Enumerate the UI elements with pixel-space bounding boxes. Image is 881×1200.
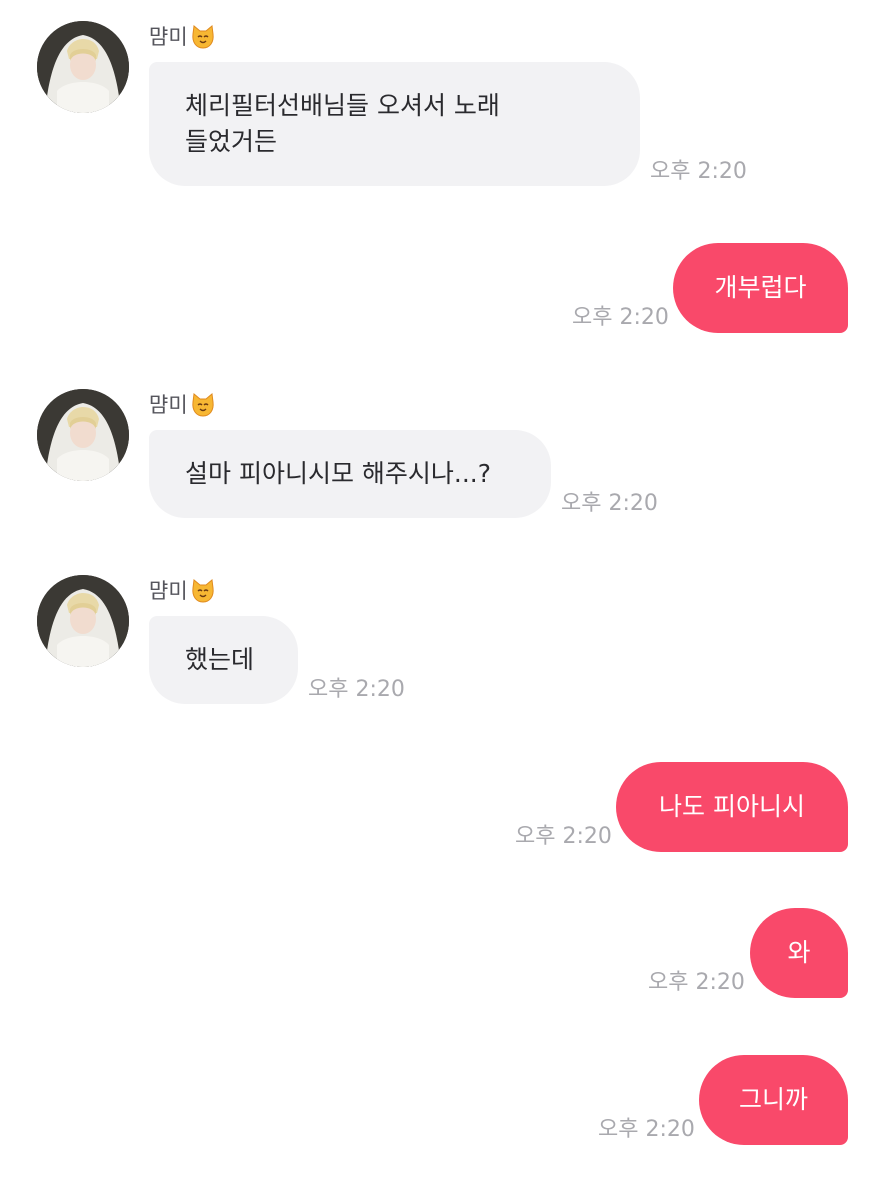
sender-name: 먐미 [149,390,216,420]
smiling-cat-face-icon [190,24,216,50]
message-timestamp: 오후 2:20 [650,159,747,184]
outgoing-message-bubble[interactable]: 개부럽다 [673,243,848,333]
message-timestamp: 오후 2:20 [598,1117,695,1142]
sender-name: 먐미 [149,22,216,52]
incoming-message-bubble[interactable]: 했는데 [149,616,298,704]
sender-name-text: 먐미 [149,25,188,49]
smiling-cat-face-icon [190,392,216,418]
incoming-message-bubble[interactable]: 설마 피아니시모 해주시나...? [149,430,551,518]
sender-name: 먐미 [149,576,216,606]
message-timestamp: 오후 2:20 [308,677,405,702]
outgoing-message-bubble[interactable]: 그니까 [699,1055,848,1145]
smiling-cat-face-icon [190,578,216,604]
avatar[interactable] [37,389,129,481]
outgoing-message-bubble[interactable]: 와 [750,908,848,998]
message-timestamp: 오후 2:20 [515,824,612,849]
avatar[interactable] [37,21,129,113]
message-timestamp: 오후 2:20 [648,970,745,995]
message-timestamp: 오후 2:20 [561,491,658,516]
sender-name-text: 먐미 [149,393,188,417]
sender-name-text: 먐미 [149,579,188,603]
outgoing-message-bubble[interactable]: 나도 피아니시 [616,762,848,852]
incoming-message-bubble[interactable]: 체리필터선배님들 오셔서 노래 들었거든 [149,62,640,186]
avatar[interactable] [37,575,129,667]
message-timestamp: 오후 2:20 [572,305,669,330]
